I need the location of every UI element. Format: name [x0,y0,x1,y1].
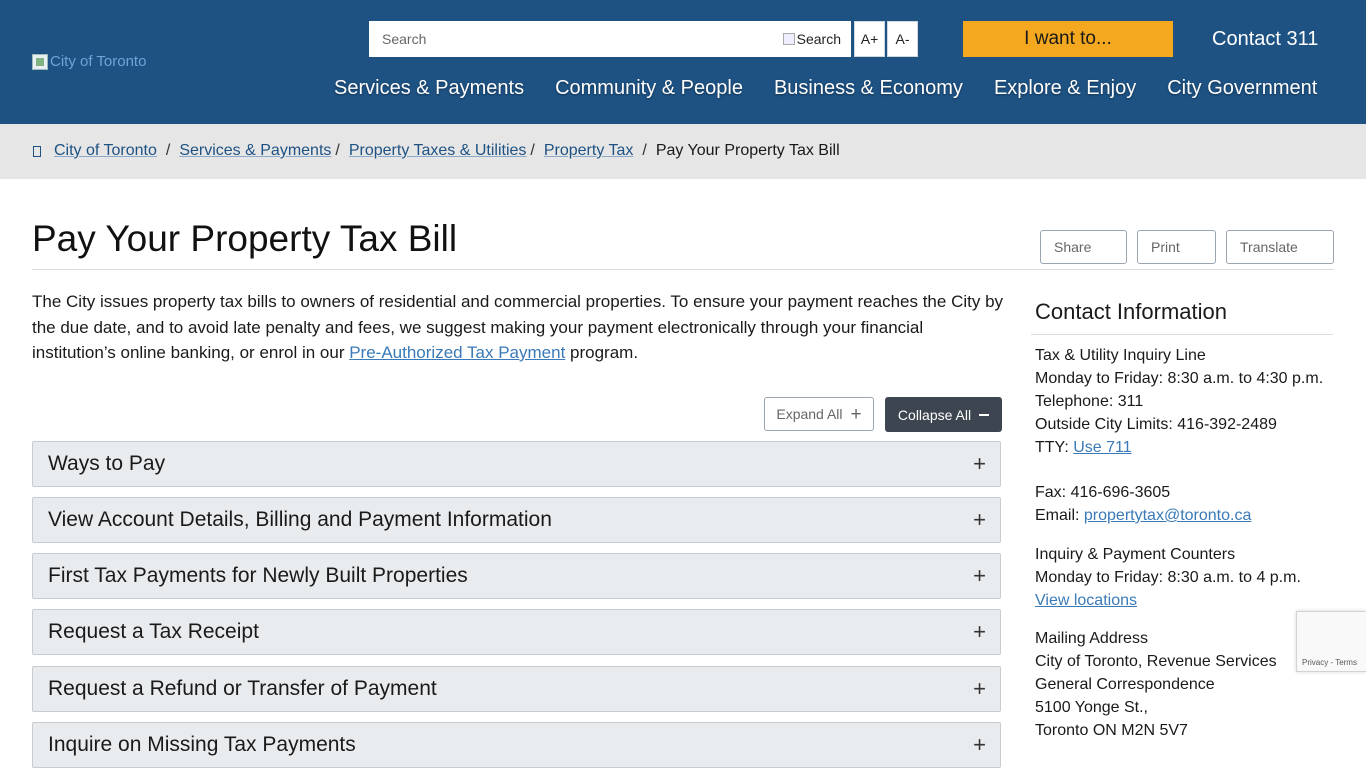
plus-icon: + [973,563,986,588]
print-button[interactable]: Print [1137,230,1216,264]
plus-icon: + [973,619,986,644]
plus-icon: + [850,403,862,425]
view-locations-link[interactable]: View locations [1035,592,1137,609]
mailing-title: Mailing Address [1035,630,1148,647]
breadcrumb-separator: / [165,142,171,159]
nav-services-payments[interactable]: Services & Payments [334,77,524,100]
search-icon [782,33,795,45]
accordion-view-account-details[interactable]: View Account Details, Billing and Paymen… [32,497,1001,543]
outside-city-phone: Outside City Limits: 416-392-2489 [1035,416,1277,433]
home-icon[interactable] [33,145,41,157]
expand-all-label: Expand All [776,406,843,422]
mailing-line: General Correspondence [1035,676,1215,693]
font-decrease-button[interactable]: A- [887,21,918,57]
accordion-request-refund[interactable]: Request a Refund or Transfer of Payment … [32,666,1001,712]
counters-block: Inquiry & Payment Counters Monday to Fri… [1035,543,1301,612]
breadcrumb: City of Toronto / Services & Payments / … [33,142,840,160]
mailing-line: City of Toronto, Revenue Services [1035,653,1277,670]
breadcrumb-separator: / [642,142,647,159]
mailing-line: Toronto ON M2N 5V7 [1035,722,1188,739]
tty-line: TTY: Use 711 [1035,436,1323,459]
breadcrumb-property-tax[interactable]: Property Tax [544,142,634,160]
counters-title: Inquiry & Payment Counters [1035,546,1236,563]
city-logo[interactable]: City of Toronto [32,53,146,70]
accordion-first-tax-payments[interactable]: First Tax Payments for Newly Built Prope… [32,553,1001,599]
plus-icon: + [973,676,986,701]
collapse-all-label: Collapse All [897,406,972,423]
plus-icon: + [973,732,986,757]
main-navigation: Services & Payments Community & People B… [334,77,1317,100]
search-button[interactable]: Search [773,21,851,57]
accordion-ways-to-pay[interactable]: Ways to Pay + [32,441,1001,487]
nav-community-people[interactable]: Community & People [555,77,743,100]
accordion-label: First Tax Payments for Newly Built Prope… [48,564,468,587]
search-button-label: Search [796,31,841,47]
accordion-missing-tax-payments[interactable]: Inquire on Missing Tax Payments + [32,722,1001,768]
accordion-label: Inquire on Missing Tax Payments [48,733,356,756]
pre-authorized-tax-payment-link[interactable]: Pre-Authorized Tax Payment [349,343,565,362]
i-want-to-button[interactable]: I want to... [963,21,1173,57]
site-header: City of Toronto Search A+ A- I want to..… [0,0,1366,124]
fax: Fax: 416-696-3605 [1035,484,1171,501]
tty-link[interactable]: Use 711 [1073,439,1131,456]
telephone: Telephone: 311 [1035,393,1144,410]
breadcrumb-bar: City of Toronto / Services & Payments / … [0,124,1366,179]
breadcrumb-separator: / [530,142,535,159]
logo-alt-text: City of Toronto [50,53,147,70]
broken-image-icon [32,53,48,70]
mailing-address-block: Mailing Address City of Toronto, Revenue… [1035,627,1277,742]
intro-paragraph: The City issues property tax bills to ow… [32,289,1007,366]
nav-city-government[interactable]: City Government [1167,77,1317,100]
accordion-label: Request a Tax Receipt [48,620,259,643]
accordion-request-tax-receipt[interactable]: Request a Tax Receipt + [32,609,1001,655]
contact-311-link[interactable]: Contact 311 [1212,28,1318,51]
intro-suffix: program. [565,343,639,362]
plus-icon: + [973,451,986,476]
search-box: Search [369,21,851,57]
plus-icon: + [973,507,986,532]
nav-explore-enjoy[interactable]: Explore & Enjoy [994,77,1136,100]
minus-icon [979,413,990,416]
translate-button[interactable]: Translate [1226,230,1334,264]
page-title: Pay Your Property Tax Bill [32,218,458,259]
collapse-all-button[interactable]: Collapse All [885,397,1002,432]
contact-information-title: Contact Information [1035,299,1227,324]
breadcrumb-current: Pay Your Property Tax Bill [655,142,840,159]
accordion-label: Ways to Pay [48,452,166,475]
mailing-line: 5100 Yonge St., [1035,699,1148,716]
inquiry-hours: Monday to Friday: 8:30 a.m. to 4:30 p.m. [1035,370,1324,387]
expand-all-button[interactable]: Expand All + [764,397,874,431]
inquiry-line-block: Tax & Utility Inquiry Line Monday to Fri… [1035,344,1323,459]
email-link[interactable]: propertytax@toronto.ca [1084,507,1251,524]
fax-email-block: Fax: 416-696-3605 Email: propertytax@tor… [1035,481,1251,527]
breadcrumb-services-payments[interactable]: Services & Payments [179,142,331,160]
accordion-label: Request a Refund or Transfer of Payment [48,677,437,700]
breadcrumb-city-of-toronto[interactable]: City of Toronto [54,142,157,160]
counters-hours: Monday to Friday: 8:30 a.m. to 4 p.m. [1035,569,1301,586]
email-line: Email: propertytax@toronto.ca [1035,504,1251,527]
title-divider [32,269,1334,270]
search-input[interactable] [369,21,773,57]
breadcrumb-property-taxes-utilities[interactable]: Property Taxes & Utilities [349,142,527,160]
font-increase-button[interactable]: A+ [854,21,885,57]
nav-business-economy[interactable]: Business & Economy [774,77,963,100]
breadcrumb-separator: / [335,142,340,159]
inquiry-line-title: Tax & Utility Inquiry Line [1035,347,1206,364]
recaptcha-badge[interactable]: Privacy - Terms [1296,611,1366,672]
share-button[interactable]: Share [1040,230,1127,264]
sidebar-divider [1031,334,1333,335]
recaptcha-links[interactable]: Privacy - Terms [1302,658,1357,667]
tty-label: TTY: [1035,439,1074,456]
email-label: Email: [1035,507,1084,524]
accordion-label: View Account Details, Billing and Paymen… [48,508,552,531]
